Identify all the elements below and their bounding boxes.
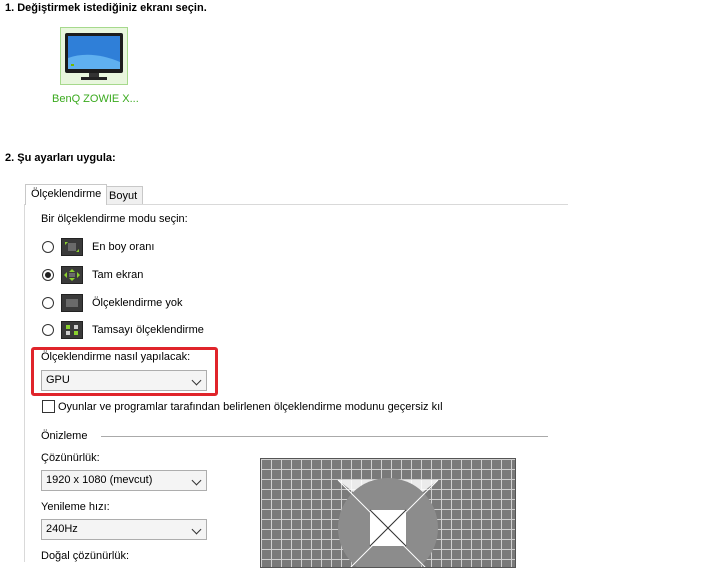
chevron-down-icon [191, 475, 202, 486]
scaling-preview [260, 458, 516, 568]
option-full-screen-label[interactable]: Tam ekran [92, 269, 143, 281]
perform-scaling-label: Ölçeklendirme nasıl yapılacak: [41, 351, 191, 363]
perform-scaling-value: GPU [46, 374, 70, 386]
resolution-value: 1920 x 1080 (mevcut) [46, 474, 153, 486]
preview-title: Önizleme [41, 430, 88, 442]
option-no-scaling-label[interactable]: Ölçeklendirme yok [92, 297, 182, 309]
display-name[interactable]: BenQ ZOWIE X... [52, 93, 139, 105]
refresh-label: Yenileme hızı: [41, 501, 110, 513]
preview-divider [101, 436, 548, 437]
monitor-icon [65, 33, 123, 80]
refresh-value: 240Hz [46, 523, 78, 535]
resolution-select[interactable]: 1920 x 1080 (mevcut) [41, 470, 207, 491]
override-label[interactable]: Oyunlar ve programlar tarafından belirle… [58, 401, 443, 413]
tab-scaling[interactable]: Ölçeklendirme [25, 184, 108, 205]
perform-scaling-select[interactable]: GPU [41, 370, 207, 391]
option-aspect-ratio-label[interactable]: En boy oranı [92, 241, 154, 253]
native-resolution-label: Doğal çözünürlük: [41, 550, 130, 562]
full-screen-icon [61, 266, 83, 284]
tab-size[interactable]: Boyut [103, 186, 144, 205]
step1-title: 1. Değiştirmek istediğiniz ekranı seçin. [5, 2, 207, 14]
no-scaling-icon [61, 294, 83, 312]
display-tile[interactable] [60, 27, 128, 85]
chevron-down-icon [191, 524, 202, 535]
radio-no-scaling[interactable] [42, 297, 54, 309]
step2-title: 2. Şu ayarları uygula: [5, 152, 116, 164]
refresh-select[interactable]: 240Hz [41, 519, 207, 540]
integer-scaling-icon [61, 321, 83, 339]
aspect-ratio-icon [61, 238, 83, 256]
chevron-down-icon [191, 375, 202, 386]
radio-aspect-ratio[interactable] [42, 241, 54, 253]
override-checkbox[interactable] [42, 400, 55, 413]
scaling-mode-prompt: Bir ölçeklendirme modu seçin: [41, 213, 188, 225]
option-integer-scaling-label[interactable]: Tamsayı ölçeklendirme [92, 324, 204, 336]
preview-test-pattern [337, 478, 439, 567]
tab-panel-border-left [24, 204, 25, 562]
radio-integer-scaling[interactable] [42, 324, 54, 336]
resolution-label: Çözünürlük: [41, 452, 100, 464]
radio-full-screen[interactable] [42, 269, 54, 281]
